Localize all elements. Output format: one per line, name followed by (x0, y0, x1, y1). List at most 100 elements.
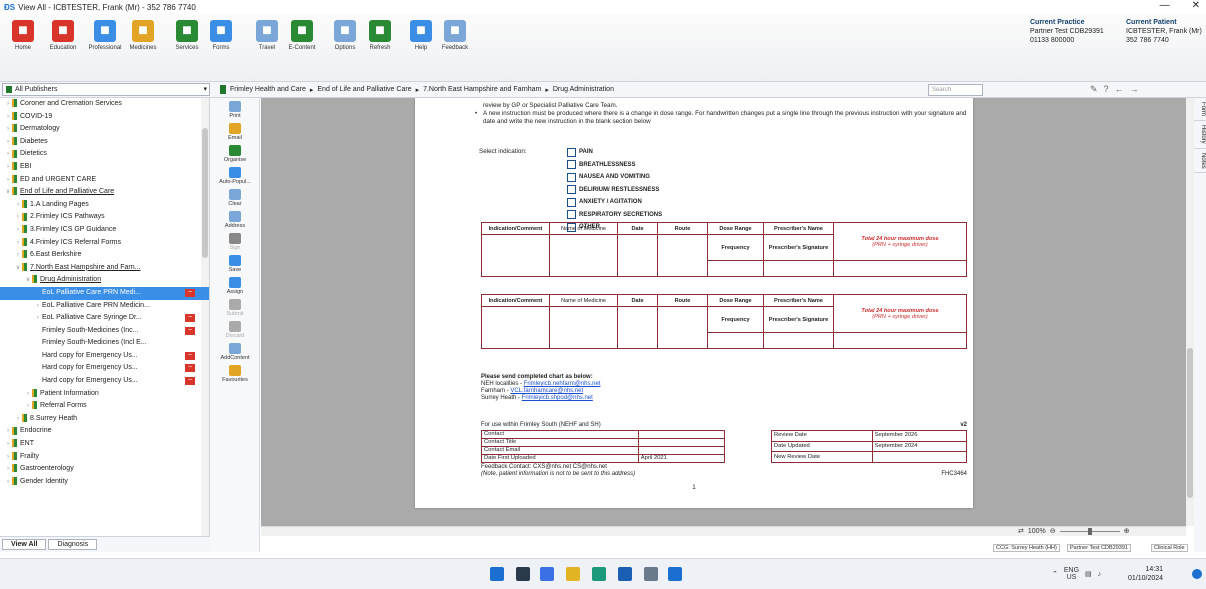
indication-checkbox[interactable] (567, 160, 576, 170)
cell-total[interactable] (833, 332, 967, 349)
cell-total[interactable] (833, 260, 967, 277)
tree-item[interactable]: ∨ 7.North East Hampshire and Farn... (0, 262, 209, 275)
breadcrumb-item[interactable]: Drug Administration (553, 86, 614, 93)
tree-item[interactable]: › Diabetes (0, 136, 209, 149)
tab-history[interactable]: History (1194, 121, 1206, 149)
breadcrumb-item[interactable]: Frimley Health and Care (230, 86, 306, 93)
tree-item[interactable]: › ENT (0, 438, 209, 451)
forward-icon[interactable]: → (1130, 84, 1145, 94)
tree-item[interactable]: › 2.Frimley ICS Pathways (0, 211, 209, 224)
help-icon[interactable]: ? (1104, 84, 1115, 94)
tree-item[interactable]: › Endocrine (0, 425, 209, 438)
tab-diagnosis[interactable]: Diagnosis (48, 539, 98, 550)
tree-item[interactable]: › Patient Information (0, 388, 209, 401)
chevron-down-icon[interactable]: ∨ (24, 274, 32, 287)
cell-route[interactable] (657, 234, 708, 277)
indication-checkbox[interactable] (567, 197, 576, 207)
email-link[interactable]: Frimleyicb.nehfarm@nhs.net (524, 381, 601, 387)
app-ds-icon[interactable] (668, 567, 682, 581)
chevron-right-icon[interactable]: › (34, 312, 42, 325)
tree-item[interactable]: Frimley South-Medicines (Incl E... (0, 337, 209, 350)
chevron-right-icon[interactable]: › (4, 161, 12, 174)
chevron-right-icon[interactable]: › (4, 476, 12, 489)
options-button[interactable]: ■ Options (326, 20, 364, 51)
cell-signature[interactable] (763, 260, 834, 277)
network-drive-icon[interactable] (644, 567, 658, 581)
zoom-slider[interactable] (1059, 527, 1120, 535)
search-taskbar-icon[interactable] (540, 567, 554, 581)
email-link[interactable]: VCL.farnhamcare@nhs.net (510, 388, 583, 394)
language-indicator[interactable]: ENG US (1064, 567, 1079, 581)
windows-start-icon[interactable] (490, 567, 504, 581)
file-explorer-icon[interactable] (516, 567, 530, 581)
e-content-button[interactable]: ■ E-Content (283, 20, 321, 51)
address-button[interactable]: Address (210, 211, 260, 229)
breadcrumb-item[interactable]: End of Life and Palliative Care (317, 86, 411, 93)
volume-icon[interactable]: ♪ (1098, 571, 1102, 578)
tree-item[interactable]: › 1.A Landing Pages (0, 199, 209, 212)
tree-item[interactable]: EoL Palliative Care PRN Medi... (0, 286, 209, 300)
chevron-down-icon[interactable]: ∨ (14, 262, 22, 275)
tree-item[interactable]: › Frailty (0, 451, 209, 464)
email-button[interactable]: Email (210, 123, 260, 141)
notification-icon[interactable] (1192, 569, 1202, 579)
remove-icon[interactable] (185, 314, 195, 323)
cell-frequency[interactable] (707, 332, 764, 349)
remove-icon[interactable] (185, 288, 195, 297)
tree-item[interactable]: ∨ End of Life and Palliative Care (0, 186, 209, 199)
addcontent-button[interactable]: AddContent (210, 343, 260, 361)
viewer-scroll-thumb[interactable] (1187, 348, 1193, 498)
forms-button[interactable]: ■ Forms (202, 20, 240, 51)
chevron-right-icon[interactable]: › (4, 451, 12, 464)
email-link[interactable]: Frimleyicb.shpod@nhs.net (522, 395, 593, 401)
tree-item[interactable]: › Gender Identity (0, 476, 209, 489)
home-button[interactable]: ■ Home (4, 20, 42, 51)
tree-item[interactable]: › EoL Palliative Care PRN Medicin... (0, 300, 209, 313)
chevron-right-icon[interactable]: › (4, 425, 12, 438)
chevron-right-icon[interactable]: › (4, 123, 12, 136)
edge-browser-icon[interactable] (592, 567, 606, 581)
zoom-out-icon[interactable]: ⊖ (1050, 527, 1056, 535)
tree-item[interactable]: › Dermatology (0, 123, 209, 136)
chevron-right-icon[interactable]: › (4, 174, 12, 187)
travel-button[interactable]: ■ Travel (248, 20, 286, 51)
remove-icon[interactable] (185, 351, 195, 360)
chevron-right-icon[interactable]: › (34, 300, 42, 313)
chevron-up-icon[interactable]: ⌃ (1052, 570, 1058, 578)
minimize-icon[interactable]: — (1160, 0, 1170, 11)
publisher-select[interactable]: All Publishers ▾ (2, 83, 210, 96)
cell-date[interactable] (617, 306, 658, 349)
chevron-right-icon[interactable]: › (14, 211, 22, 224)
education-button[interactable]: ■ Education (44, 20, 82, 51)
outlook-icon[interactable] (618, 567, 632, 581)
chevron-right-icon[interactable]: › (14, 224, 22, 237)
cell-frequency[interactable] (707, 260, 764, 277)
tree-item[interactable]: › COVID-19 (0, 111, 209, 124)
auto-popul-button[interactable]: Auto-Popul... (210, 167, 260, 185)
professional-button[interactable]: ■ Professional (86, 20, 124, 51)
chevron-right-icon[interactable]: › (14, 249, 22, 262)
chevron-right-icon[interactable]: › (14, 199, 22, 212)
refresh-button[interactable]: ■ Refresh (361, 20, 399, 51)
chevron-down-icon[interactable]: ∨ (4, 186, 12, 199)
chevron-right-icon[interactable]: › (4, 438, 12, 451)
tree-item[interactable]: › 6.East Berkshire (0, 249, 209, 262)
zoom-in-icon[interactable]: ⊕ (1124, 527, 1130, 535)
assign-button[interactable]: Assign (210, 277, 260, 295)
help-button[interactable]: ■ Help (402, 20, 440, 51)
chevron-right-icon[interactable]: › (4, 98, 12, 111)
tree-item[interactable]: Hard copy for Emergency Us... (0, 350, 209, 363)
tree-item[interactable]: › 3.Frimley ICS GP Guidance (0, 224, 209, 237)
cell-indication[interactable] (481, 234, 550, 277)
cell-medicine[interactable] (549, 234, 618, 277)
organise-button[interactable]: Organise (210, 145, 260, 163)
chevron-right-icon[interactable]: › (14, 413, 22, 426)
cell-date[interactable] (617, 234, 658, 277)
close-icon[interactable]: ✕ (1192, 0, 1200, 11)
cell-indication[interactable] (481, 306, 550, 349)
tree-item[interactable]: ∨ Drug Administration (0, 274, 209, 287)
tree-item[interactable]: › Coroner and Cremation Services (0, 98, 209, 111)
chevron-right-icon[interactable]: › (4, 148, 12, 161)
tree-item[interactable]: Hard copy for Emergency Us... (0, 375, 209, 388)
cell-medicine[interactable] (549, 306, 618, 349)
